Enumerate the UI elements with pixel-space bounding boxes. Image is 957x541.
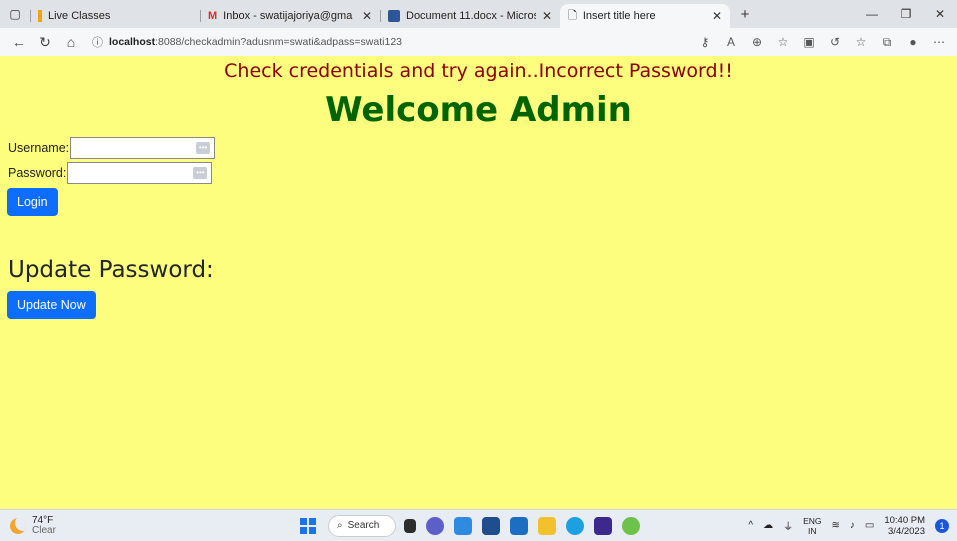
favorites-icon[interactable]: ☆ [849,35,873,49]
mail-icon[interactable] [510,516,528,535]
tab-title: Document 11.docx - Microsoft W [406,10,536,22]
password-row: Password: ••• [8,162,213,184]
login-button[interactable]: Login [7,188,58,216]
page-icon: 🗋 [568,9,577,22]
widgets-icon[interactable] [454,516,472,535]
search-icon: ⌕ [337,520,343,531]
word-icon [388,10,400,22]
tab-gmail-inbox[interactable]: M Inbox - swatijajoriya@gmail.com ✕ [200,4,380,28]
username-label: Username: [8,141,70,155]
taskbar-apps [404,516,640,535]
restore-icon[interactable]: ❐ [889,7,923,21]
tab-actions-icon[interactable]: ▢ [0,0,30,28]
task-view-icon[interactable] [404,518,416,533]
window-controls: — ❐ ✕ [855,0,957,28]
url-path: :8088/checkadmin?adusnm=swati&adpass=swa… [155,36,402,48]
close-window-icon[interactable]: ✕ [923,7,957,21]
bookmark-icon [38,10,42,22]
password-input[interactable] [67,162,213,184]
close-tab-icon[interactable]: ✕ [542,9,552,23]
date: 3/4/2023 [888,525,925,537]
teams-icon[interactable] [426,516,444,535]
chevron-up-icon[interactable]: ^ [748,520,753,531]
gmail-icon: M [208,10,218,22]
username-row: Username: ••• [8,137,216,159]
page-content: Check credentials and try again..Incorre… [0,56,957,509]
close-tab-icon[interactable]: ✕ [712,9,722,23]
zoom-icon[interactable]: ⊕ [745,35,769,49]
refresh-extension-icon[interactable]: ↺ [823,35,847,49]
notification-badge[interactable]: 1 [935,518,949,533]
refresh-icon[interactable]: ↻ [32,34,58,51]
volume-icon[interactable]: ♪ [850,520,855,531]
minimize-icon[interactable]: — [855,7,889,21]
system-tray: ^ ☁ ⏚ ENG IN ≋ ♪ ▭ 10:40 PM 3/4/2023 1 [748,515,949,537]
more-icon[interactable]: ⋯ [927,35,951,49]
page-title: Welcome Admin [325,90,632,130]
autofill-icon[interactable]: ••• [193,167,208,179]
collections-icon[interactable]: ⧉ [875,35,899,50]
username-input[interactable] [70,137,216,159]
tab-title: Insert title here [582,10,656,22]
autofill-icon[interactable]: ••• [196,142,211,154]
search-label: Search [347,520,380,531]
wifi-icon[interactable]: ≋ [831,520,839,531]
windows-start-icon[interactable] [300,517,316,534]
tab-word-document[interactable]: Document 11.docx - Microsoft W ✕ [380,4,560,28]
profile-icon[interactable]: ● [901,35,925,49]
favorite-icon[interactable]: ☆ [771,35,795,49]
moon-icon [10,517,26,534]
info-icon[interactable]: ⓘ [92,34,103,50]
microphone-icon[interactable]: ⏚ [783,518,793,533]
update-password-heading: Update Password: [8,257,214,283]
windows-taskbar: 74°F Clear ⌕ Search ^ ☁ ⏚ ENG IN ≋ ♪ ▭ 1… [0,509,957,541]
password-label: Password: [8,166,67,180]
app-icon[interactable] [594,516,612,535]
tab-live-classes[interactable]: Live Classes [30,4,200,28]
language-indicator[interactable]: ENG IN [803,516,821,536]
back-icon[interactable]: ← [6,34,32,50]
tab-title: Live Classes [48,10,111,22]
address-bar[interactable]: ⓘ localhost:8088/checkadmin?adusnm=swati… [92,31,693,53]
cloud-icon[interactable]: ☁ [763,520,773,531]
tab-insert-title[interactable]: 🗋 Insert title here ✕ [560,4,730,28]
new-tab-button[interactable]: + [730,0,760,28]
error-message: Check credentials and try again..Incorre… [224,60,733,82]
file-explorer-icon[interactable] [538,516,556,535]
home-icon[interactable]: ⌂ [58,34,84,50]
browser-tab-strip: ▢ Live Classes M Inbox - swatijajoriya@g… [0,0,957,28]
browser-app-icon[interactable] [622,516,640,535]
close-tab-icon[interactable]: ✕ [362,9,372,23]
toolbar-icons: ⚷ A ⊕ ☆ ▣ ↺ ☆ ⧉ ● ⋯ [693,35,951,50]
weather-condition: Clear [32,524,56,536]
time: 10:40 PM [884,514,925,526]
clock[interactable]: 10:40 PM 3/4/2023 [884,515,925,537]
taskbar-search[interactable]: ⌕ Search [328,514,396,537]
update-now-button[interactable]: Update Now [7,291,96,319]
extension-icon[interactable]: ▣ [797,35,821,49]
battery-icon[interactable]: ▭ [865,520,874,531]
store-icon[interactable] [482,516,500,535]
url-host: localhost [109,36,156,48]
read-aloud-icon[interactable]: A [719,35,743,49]
browser-toolbar: ← ↻ ⌂ ⓘ localhost:8088/checkadmin?adusnm… [0,28,957,56]
edge-icon[interactable] [566,516,584,535]
key-icon[interactable]: ⚷ [693,35,717,49]
tab-title: Inbox - swatijajoriya@gmail.com [223,10,353,22]
weather-widget[interactable]: 74°F Clear [10,515,300,536]
